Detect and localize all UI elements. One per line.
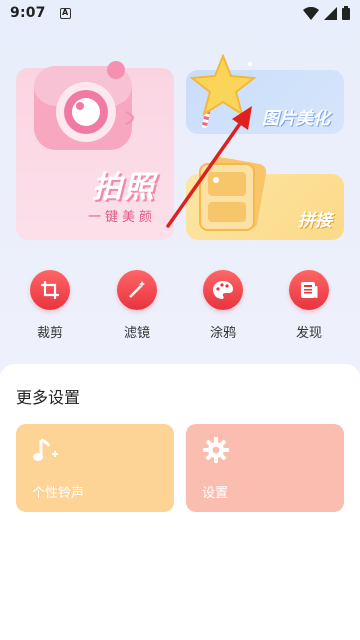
camera-card-subtitle: 一键美颜 [87,210,156,225]
tool-discover-label: 发现 [295,326,322,341]
settings-label: 设置 [202,486,229,501]
settings-card[interactable]: 设置 [186,424,344,512]
collage-photos-icon [199,157,267,231]
tool-discover[interactable]: 发现 [279,270,339,341]
magic-wand-star-icon [189,54,257,129]
crop-icon [30,270,70,310]
ringtone-label: 个性铃声 [32,486,85,501]
status-bar: 9:07 A [0,0,360,26]
notification-a-icon: A [59,7,71,19]
battery-icon [342,6,350,20]
signal-icon [324,6,337,20]
wifi-icon [303,6,319,20]
gear-icon [203,437,229,463]
collage-card[interactable]: 拼接 [186,157,344,240]
status-time: 9:07 [10,5,46,21]
beautify-card[interactable]: 图片美化 [186,54,344,134]
camera-illustration-icon [34,61,134,150]
camera-card[interactable]: 拍照 一键美颜 [16,61,174,240]
status-icons [303,6,350,20]
camera-card-title: 拍照 [92,170,156,205]
tool-filter-label: 滤镜 [123,326,150,341]
more-settings-sheet: 更多设置 个性铃声 设置 [0,364,360,640]
news-icon [289,270,329,310]
beautify-card-title: 图片美化 [262,109,330,129]
more-settings-title: 更多设置 [16,388,81,407]
magic-wand-icon [117,270,157,310]
tool-filter[interactable]: 滤镜 [107,270,167,341]
tools-row: 裁剪 滤镜 涂鸦 发现 [0,270,360,341]
tool-crop[interactable]: 裁剪 [20,270,80,341]
tool-doodle-label: 涂鸦 [209,326,236,341]
palette-icon [203,270,243,310]
collage-card-title: 拼接 [298,211,332,231]
tool-crop-label: 裁剪 [36,326,63,341]
tool-doodle[interactable]: 涂鸦 [193,270,253,341]
ringtone-card[interactable]: 个性铃声 [16,424,174,512]
music-note-icon [33,438,58,461]
